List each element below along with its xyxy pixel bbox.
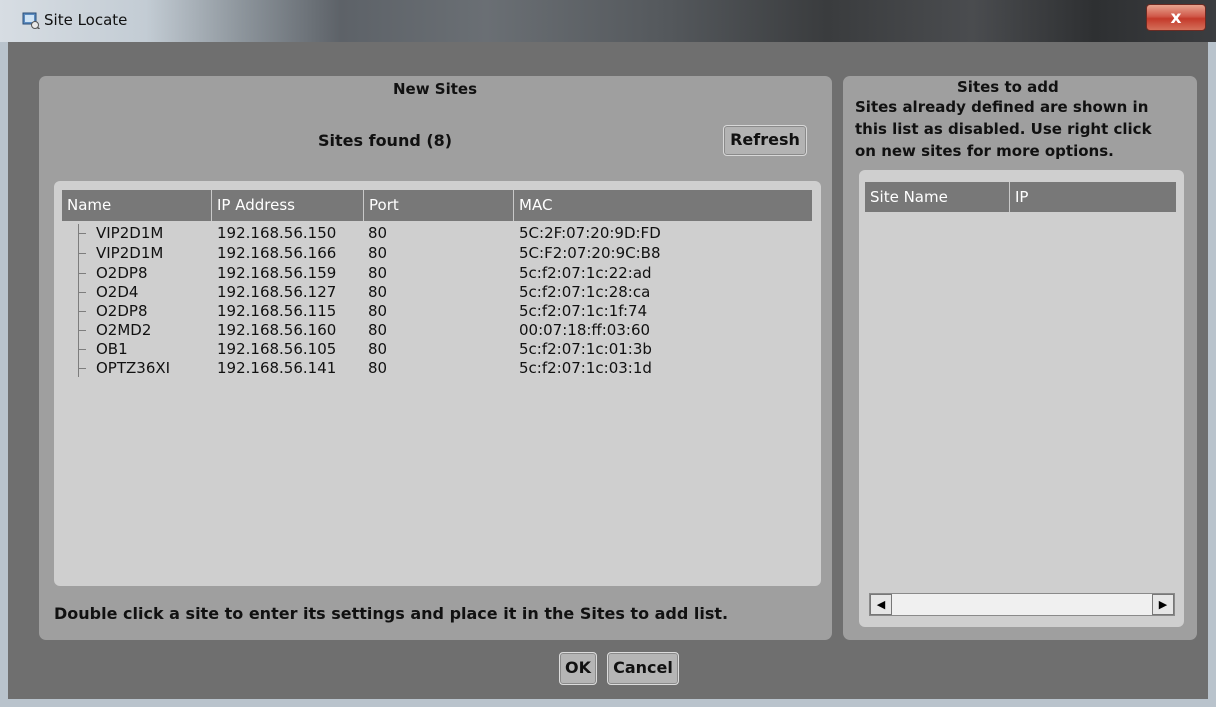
- new-sites-title: New Sites: [393, 80, 478, 98]
- site-name: O2MD2: [96, 321, 152, 339]
- refresh-button[interactable]: Refresh: [723, 125, 807, 156]
- site-mac: 5C:2F:07:20:9D:FD: [519, 224, 661, 242]
- site-port: 80: [368, 224, 388, 242]
- site-ip: 192.168.56.159: [217, 264, 337, 282]
- tree-branch: [78, 273, 86, 274]
- close-button[interactable]: x: [1146, 4, 1206, 31]
- instruction-text: Double click a site to enter its setting…: [54, 604, 729, 623]
- site-port: 80: [368, 244, 388, 262]
- tree-branch: [78, 368, 86, 369]
- table-row[interactable]: O2DP8 192.168.56.159 80 5c:f2:07:1c:22:a…: [62, 264, 812, 282]
- tree-branch: [78, 292, 86, 293]
- scroll-left-icon[interactable]: ◀: [870, 594, 892, 615]
- site-mac: 5c:f2:07:1c:01:3b: [519, 340, 652, 358]
- site-ip: 192.168.56.127: [217, 283, 337, 301]
- site-port: 80: [368, 321, 388, 339]
- window-title: Site Locate: [44, 11, 128, 29]
- site-name: O2DP8: [96, 264, 148, 282]
- sites-table-header: Name IP Address Port MAC: [62, 190, 812, 221]
- tree-branch: [78, 233, 86, 234]
- site-mac: 5c:f2:07:1c:28:ca: [519, 283, 651, 301]
- site-port: 80: [368, 302, 388, 320]
- table-row[interactable]: VIP2D1M 192.168.56.150 80 5C:2F:07:20:9D…: [62, 224, 812, 242]
- site-name: VIP2D1M: [96, 244, 164, 262]
- site-ip: 192.168.56.160: [217, 321, 337, 339]
- table-row[interactable]: O2D4 192.168.56.127 80 5c:f2:07:1c:28:ca: [62, 283, 812, 301]
- site-name: O2DP8: [96, 302, 148, 320]
- site-port: 80: [368, 359, 388, 377]
- column-header-site-name[interactable]: Site Name: [865, 182, 1010, 212]
- site-name: O2D4: [96, 283, 139, 301]
- site-port: 80: [368, 340, 388, 358]
- table-row[interactable]: O2MD2 192.168.56.160 80 00:07:18:ff:03:6…: [62, 321, 812, 339]
- site-mac: 5c:f2:07:1c:1f:74: [519, 302, 648, 320]
- site-port: 80: [368, 264, 388, 282]
- site-mac: 5C:F2:07:20:9C:B8: [519, 244, 661, 262]
- table-row[interactable]: OB1 192.168.56.105 80 5c:f2:07:1c:01:3b: [62, 340, 812, 358]
- sites-to-add-header: Site Name IP: [865, 182, 1176, 212]
- tree-branch: [78, 349, 86, 350]
- sites-to-add-title: Sites to add: [957, 78, 1059, 96]
- column-header-ip[interactable]: IP: [1010, 182, 1176, 212]
- app-icon: [22, 12, 40, 29]
- close-icon: x: [1170, 8, 1182, 28]
- site-mac: 5c:f2:07:1c:22:ad: [519, 264, 652, 282]
- site-port: 80: [368, 283, 388, 301]
- column-header-name[interactable]: Name: [62, 190, 212, 221]
- sites-to-add-description-line-1: Sites already defined are shown in: [855, 98, 1149, 116]
- ok-button[interactable]: OK: [559, 652, 597, 685]
- table-row[interactable]: VIP2D1M 192.168.56.166 80 5C:F2:07:20:9C…: [62, 244, 812, 262]
- sites-to-add-description-line-2: this list as disabled. Use right click: [855, 120, 1152, 138]
- title-bar: Site Locate x: [0, 0, 1216, 42]
- site-ip: 192.168.56.105: [217, 340, 337, 358]
- tree-branch: [78, 253, 86, 254]
- sites-to-add-list[interactable]: [859, 170, 1184, 627]
- site-name: VIP2D1M: [96, 224, 164, 242]
- table-row[interactable]: OPTZ36XI 192.168.56.141 80 5c:f2:07:1c:0…: [62, 359, 812, 377]
- site-ip: 192.168.56.150: [217, 224, 337, 242]
- tree-branch: [78, 311, 86, 312]
- site-ip: 192.168.56.141: [217, 359, 337, 377]
- cancel-button[interactable]: Cancel: [607, 652, 679, 685]
- site-ip: 192.168.56.166: [217, 244, 337, 262]
- column-header-port[interactable]: Port: [364, 190, 514, 221]
- horizontal-scrollbar[interactable]: ◀ ▶: [869, 593, 1175, 616]
- sites-found-count: Sites found (8): [318, 131, 453, 150]
- column-header-mac[interactable]: MAC: [514, 190, 812, 221]
- scroll-right-icon[interactable]: ▶: [1152, 594, 1174, 615]
- column-header-ip-address[interactable]: IP Address: [212, 190, 364, 221]
- table-row[interactable]: O2DP8 192.168.56.115 80 5c:f2:07:1c:1f:7…: [62, 302, 812, 320]
- site-name: OPTZ36XI: [96, 359, 171, 377]
- site-ip: 192.168.56.115: [217, 302, 337, 320]
- tree-branch: [78, 330, 86, 331]
- site-name: OB1: [96, 340, 128, 358]
- site-mac: 00:07:18:ff:03:60: [519, 321, 651, 339]
- site-mac: 5c:f2:07:1c:03:1d: [519, 359, 652, 377]
- sites-to-add-description-line-3: on new sites for more options.: [855, 142, 1114, 160]
